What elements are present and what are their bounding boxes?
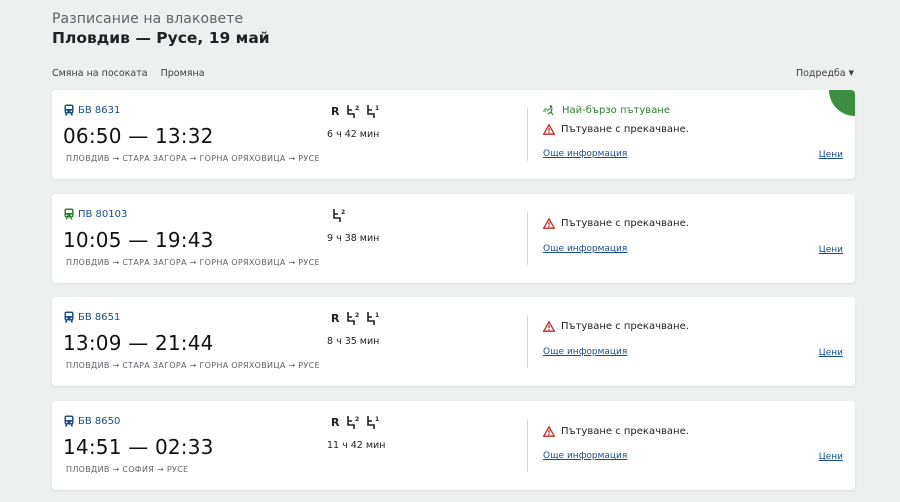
running-icon <box>543 105 554 116</box>
reservation-icon: R <box>331 311 340 325</box>
svg-text:2: 2 <box>355 312 359 319</box>
svg-text:1: 1 <box>375 416 379 423</box>
transfer-warning: Пътуване с прекачване. <box>543 218 689 229</box>
transfer-warning-text: Пътуване с прекачване. <box>561 321 689 332</box>
train-id: БВ 8651 <box>64 311 120 323</box>
svg-text:1: 1 <box>375 312 379 319</box>
train-number: ПВ 80103 <box>78 208 128 220</box>
train-route: ПЛОВДИВ → СОФИЯ → РУСЕ <box>66 465 189 474</box>
travel-duration: 8 ч 35 мин <box>327 336 380 347</box>
seat-class-2-icon: 2 <box>333 208 345 222</box>
seat-class-1-icon: 1 <box>367 311 380 325</box>
bus-icon <box>64 311 74 323</box>
prices-link[interactable]: Цени <box>819 245 843 255</box>
train-route: ПЛОВДИВ → СТАРА ЗАГОРА → ГОРНА ОРЯХОВИЦА… <box>66 258 320 267</box>
warning-icon <box>543 124 555 135</box>
train-number: БВ 8631 <box>78 104 121 116</box>
svg-text:1: 1 <box>375 105 379 112</box>
travel-duration: 11 ч 42 мин <box>327 440 386 451</box>
travel-duration: 6 ч 42 мин <box>327 129 380 140</box>
sort-label: Подредба <box>795 68 846 79</box>
train-route: ПЛОВДИВ → СТАРА ЗАГОРА → ГОРНА ОРЯХОВИЦА… <box>66 361 320 370</box>
train-times: 14:51 — 02:33 <box>63 435 214 459</box>
transfer-warning: Пътуване с прекачване. <box>543 124 689 135</box>
warning-icon <box>543 426 555 437</box>
seat-class-2-icon: 2 <box>347 311 360 325</box>
page-header: Разписание на влаковете Пловдив — Русе, … <box>52 11 270 47</box>
change-button[interactable]: Промяна <box>161 68 205 79</box>
train-card[interactable]: ПВ 80103 10:05 — 19:43 ПЛОВДИВ → СТАРА З… <box>52 194 855 283</box>
train-number: БВ 8651 <box>78 311 121 323</box>
divider <box>527 108 528 161</box>
amenities: 2 <box>331 207 347 223</box>
more-info-link[interactable]: Още информация <box>543 451 627 461</box>
fastest-trip-note: Най-бързо пътуване <box>543 105 670 116</box>
reservation-icon: R <box>331 104 340 118</box>
svg-text:2: 2 <box>341 209 345 216</box>
caret-down-icon: ▼ <box>848 69 854 77</box>
train-id: БВ 8631 <box>64 104 120 116</box>
train-icon <box>64 208 74 220</box>
sort-dropdown[interactable]: Подредба ▼ <box>796 68 854 79</box>
svg-text:2: 2 <box>355 416 359 423</box>
divider <box>527 212 528 265</box>
bus-icon <box>64 415 74 427</box>
bus-icon <box>64 104 74 116</box>
prices-link[interactable]: Цени <box>819 150 843 160</box>
train-number: БВ 8650 <box>78 415 121 427</box>
seat-class-2-icon: 2 <box>347 415 360 429</box>
train-id: БВ 8650 <box>64 415 120 427</box>
warning-icon <box>543 321 555 332</box>
seat-class-1-icon: 1 <box>367 104 380 118</box>
train-id: ПВ 80103 <box>64 208 127 220</box>
train-card[interactable]: БВ 8650 14:51 — 02:33 ПЛОВДИВ → СОФИЯ → … <box>52 401 855 490</box>
prices-link[interactable]: Цени <box>819 348 843 358</box>
transfer-warning-text: Пътуване с прекачване. <box>561 218 689 229</box>
prices-link[interactable]: Цени <box>819 452 843 462</box>
page-title: Пловдив — Русе, 19 май <box>52 29 270 47</box>
swap-direction-button[interactable]: Смяна на посоката <box>52 68 148 79</box>
seat-class-1-icon: 1 <box>367 415 380 429</box>
warning-icon <box>543 218 555 229</box>
svg-text:2: 2 <box>355 105 359 112</box>
more-info-link[interactable]: Още информация <box>543 244 627 254</box>
page-subtitle: Разписание на влаковете <box>52 11 244 27</box>
transfer-warning-text: Пътуване с прекачване. <box>561 426 689 437</box>
train-times: 10:05 — 19:43 <box>63 228 214 252</box>
amenities: R 2 1 <box>331 310 381 326</box>
fastest-trip-label: Най-бързо пътуване <box>562 105 671 116</box>
more-info-link[interactable]: Още информация <box>543 347 627 357</box>
train-route: ПЛОВДИВ → СТАРА ЗАГОРА → ГОРНА ОРЯХОВИЦА… <box>66 154 320 163</box>
divider <box>527 315 528 368</box>
amenities: R 2 1 <box>331 103 381 119</box>
transfer-warning-text: Пътуване с прекачване. <box>561 124 689 135</box>
more-info-link[interactable]: Още информация <box>543 149 627 159</box>
transfer-warning: Пътуване с прекачване. <box>543 426 689 437</box>
seat-class-2-icon: 2 <box>347 104 360 118</box>
toolbar: Смяна на посоката Промяна Подредба ▼ <box>52 68 854 82</box>
train-times: 13:09 — 21:44 <box>63 331 214 355</box>
travel-duration: 9 ч 38 мин <box>327 233 380 244</box>
train-card[interactable]: БВ 8631 06:50 — 13:32 ПЛОВДИВ → СТАРА ЗА… <box>52 90 855 179</box>
reservation-icon: R <box>331 415 340 429</box>
divider <box>527 419 528 472</box>
amenities: R 2 1 <box>331 414 381 430</box>
train-times: 06:50 — 13:32 <box>63 124 214 148</box>
train-card[interactable]: БВ 8651 13:09 — 21:44 ПЛОВДИВ → СТАРА ЗА… <box>52 297 855 386</box>
transfer-warning: Пътуване с прекачване. <box>543 321 689 332</box>
